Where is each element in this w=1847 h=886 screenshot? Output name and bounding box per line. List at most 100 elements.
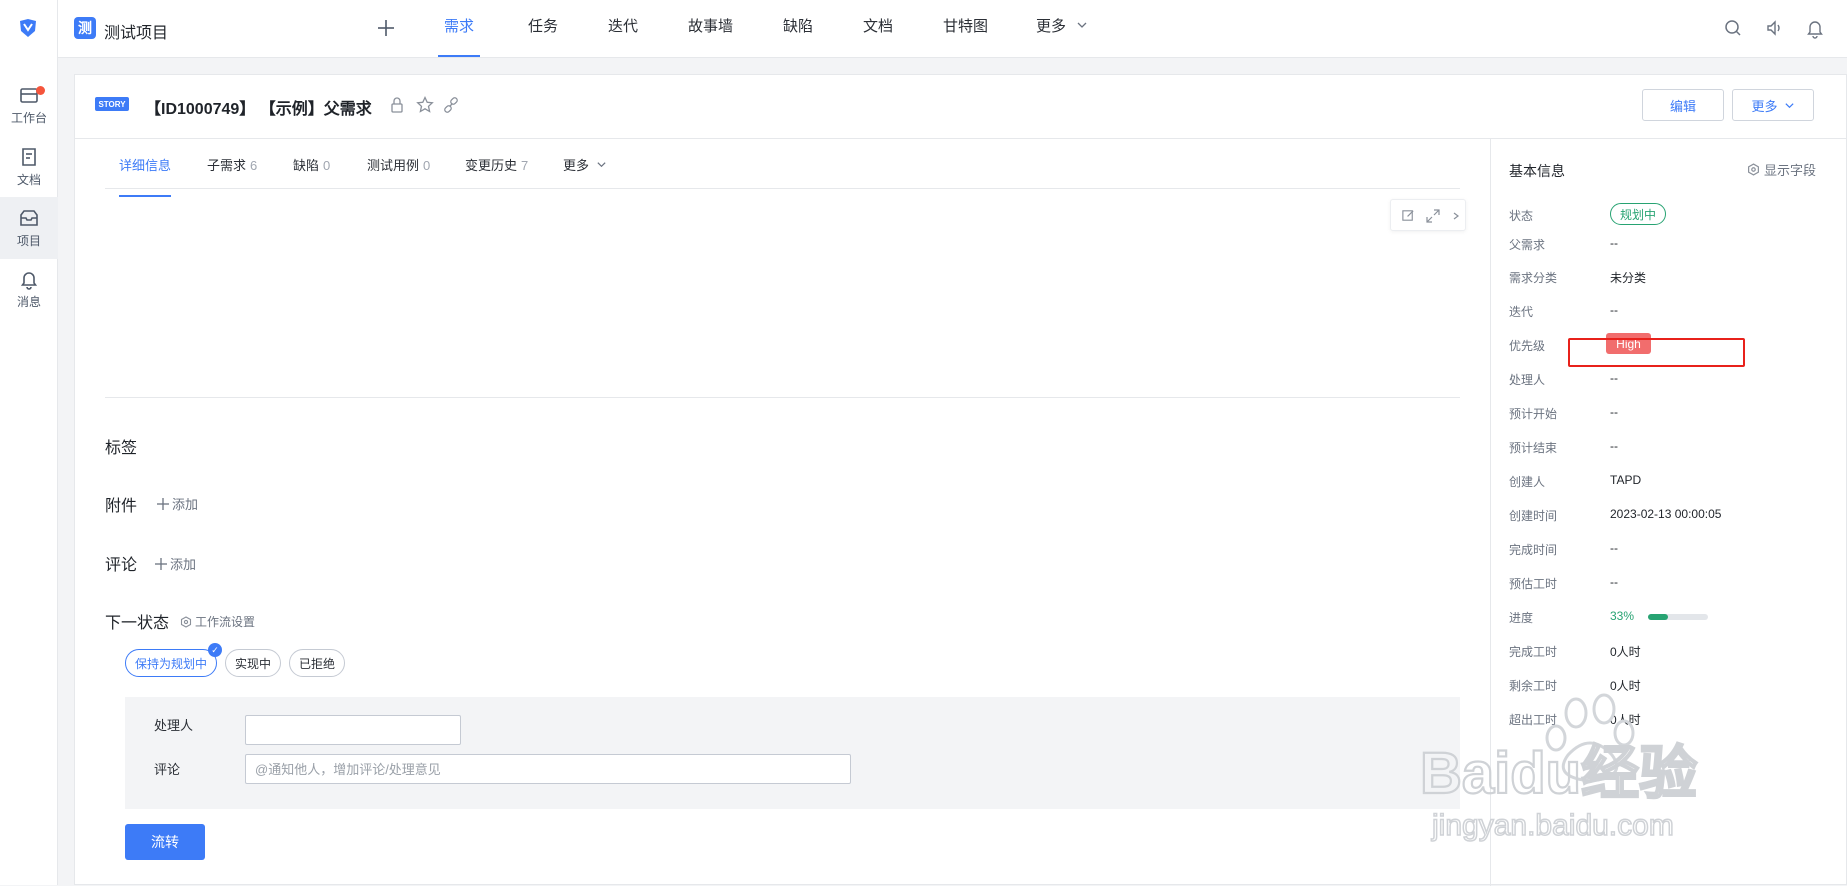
comment-label: 评论 xyxy=(154,762,181,777)
field-key: 预计结束 xyxy=(1509,441,1558,455)
field-key: 优先级 xyxy=(1509,339,1546,353)
tab-testcases[interactable]: 测试用例 0 xyxy=(367,155,430,197)
field-value[interactable]: -- xyxy=(1610,303,1618,317)
plus-icon xyxy=(378,20,394,36)
tab-details[interactable]: 详细信息 xyxy=(119,155,172,197)
workflow-settings-label: 工作流设置 xyxy=(195,615,256,629)
check-icon: ✓ xyxy=(208,643,222,657)
more-actions-label: 更多 xyxy=(1751,98,1778,114)
field-value[interactable]: -- xyxy=(1610,371,1618,385)
app-logo-icon[interactable] xyxy=(17,17,39,39)
field-value: TAPD xyxy=(1610,473,1642,487)
add-comment-button[interactable]: 添加 xyxy=(155,554,196,573)
next-state-heading: 下一状态 xyxy=(105,615,170,632)
nav-tab-tasks[interactable]: 任务 xyxy=(528,0,558,57)
left-rail: 工作台 文档 项目 消息 xyxy=(0,0,58,885)
field-key: 预计开始 xyxy=(1509,407,1558,421)
field-created-time: 创建时间 2023-02-13 00:00:05 xyxy=(1509,507,1829,527)
nav-tab-more[interactable]: 更多 xyxy=(1036,0,1088,57)
star-icon[interactable] xyxy=(415,95,435,115)
edit-icon[interactable] xyxy=(1401,208,1416,223)
state-implementing[interactable]: 实现中 xyxy=(225,649,281,677)
field-value[interactable]: -- xyxy=(1610,575,1618,589)
story-type-badge: STORY xyxy=(95,97,129,111)
comments-heading: 评论 xyxy=(105,557,138,574)
tab-label: 测试用例 xyxy=(367,158,420,173)
rail-label-workbench: 工作台 xyxy=(10,111,47,125)
comment-input[interactable] xyxy=(245,754,851,784)
project-avatar[interactable]: 测 xyxy=(74,17,96,39)
field-key: 需求分类 xyxy=(1509,271,1558,285)
field-key: 父需求 xyxy=(1509,238,1546,252)
nav-tab-gantt[interactable]: 甘特图 xyxy=(943,0,988,57)
project-name[interactable]: 测试项目 xyxy=(104,19,168,43)
field-parent: 父需求 -- xyxy=(1509,236,1829,256)
panel-title: 基本信息 xyxy=(1509,163,1565,179)
rail-item-document[interactable]: 文档 xyxy=(0,136,58,198)
edit-button[interactable]: 编辑 xyxy=(1642,89,1724,121)
project-icon xyxy=(20,210,38,226)
handler-input[interactable] xyxy=(245,715,461,745)
show-fields-button[interactable]: 显示字段 xyxy=(1747,160,1816,179)
expand-icon[interactable] xyxy=(1425,208,1441,224)
notification-bell-icon[interactable] xyxy=(1804,17,1826,39)
field-handler: 处理人 -- xyxy=(1509,371,1829,391)
tab-label: 更多 xyxy=(563,158,590,173)
baidu-jingyan-watermark: Baidu经验 jingyan.baidu.com xyxy=(1419,693,1698,843)
field-key: 创建时间 xyxy=(1509,509,1558,523)
nav-tab-iterations[interactable]: 迭代 xyxy=(608,0,638,57)
tab-more[interactable]: 更多 xyxy=(563,155,607,197)
rail-item-project[interactable]: 项目 xyxy=(0,197,58,259)
field-completed-hours: 完成工时 0人时 xyxy=(1509,643,1829,663)
field-value[interactable]: 未分类 xyxy=(1610,269,1646,286)
nav-tab-defects[interactable]: 缺陷 xyxy=(783,0,813,57)
tab-count: 6 xyxy=(250,158,258,173)
add-button[interactable] xyxy=(370,12,402,44)
nav-tab-storywall[interactable]: 故事墙 xyxy=(688,0,733,57)
transition-submit-button[interactable]: 流转 xyxy=(125,824,205,860)
link-icon[interactable] xyxy=(441,95,461,115)
state-rejected[interactable]: 已拒绝 xyxy=(289,649,345,677)
field-value[interactable]: -- xyxy=(1610,439,1618,453)
add-label: 添加 xyxy=(170,557,197,572)
field-category: 需求分类 未分类 xyxy=(1509,269,1829,289)
field-creator: 创建人 TAPD xyxy=(1509,473,1829,493)
progress-value: 33% xyxy=(1610,609,1635,623)
top-bar: 测 测试项目 需求 任务 迭代 故事墙 缺陷 文档 甘特图 更多 xyxy=(58,0,1847,58)
field-key: 预估工时 xyxy=(1509,577,1558,591)
field-value: 2023-02-13 00:00:05 xyxy=(1610,507,1722,521)
plus-icon xyxy=(155,557,167,570)
rail-item-workbench[interactable]: 工作台 xyxy=(0,74,58,136)
chevron-down-icon xyxy=(597,162,606,168)
field-key: 状态 xyxy=(1509,209,1534,223)
field-value[interactable]: -- xyxy=(1610,405,1618,419)
add-attachment-button[interactable]: 添加 xyxy=(157,494,198,513)
tab-history[interactable]: 变更历史 7 xyxy=(465,155,528,197)
rail-item-message[interactable]: 消息 xyxy=(0,258,58,320)
state-keep-planning[interactable]: 保持为规划中 ✓ xyxy=(125,643,222,677)
field-completed-time: 完成时间 -- xyxy=(1509,541,1829,561)
chevron-right-icon[interactable] xyxy=(1451,208,1461,224)
tab-divider xyxy=(105,188,1460,189)
more-actions-button[interactable]: 更多 xyxy=(1732,89,1814,121)
tags-heading: 标签 xyxy=(105,440,138,457)
field-planned-start: 预计开始 -- xyxy=(1509,405,1829,425)
lock-icon[interactable] xyxy=(387,95,407,115)
tab-defects[interactable]: 缺陷 0 xyxy=(293,155,330,197)
field-key: 创建人 xyxy=(1509,475,1546,489)
nav-tab-docs[interactable]: 文档 xyxy=(863,0,893,57)
tab-subrequirements[interactable]: 子需求 6 xyxy=(207,155,257,197)
state-label: 实现中 xyxy=(234,656,271,671)
rail-label-message: 消息 xyxy=(16,295,41,309)
state-label: 保持为规划中 xyxy=(134,656,207,671)
search-icon[interactable] xyxy=(1722,17,1744,39)
nav-tab-requirements[interactable]: 需求 xyxy=(438,0,480,57)
field-value[interactable]: -- xyxy=(1610,236,1618,250)
field-value: 0人时 xyxy=(1610,645,1641,659)
speaker-icon[interactable] xyxy=(1763,17,1785,39)
tab-count: 7 xyxy=(521,158,529,173)
field-key: 处理人 xyxy=(1509,373,1546,387)
progress-bar xyxy=(1648,614,1708,620)
status-badge[interactable]: 规划中 xyxy=(1610,203,1667,225)
workflow-settings-link[interactable]: 工作流设置 xyxy=(180,613,255,630)
